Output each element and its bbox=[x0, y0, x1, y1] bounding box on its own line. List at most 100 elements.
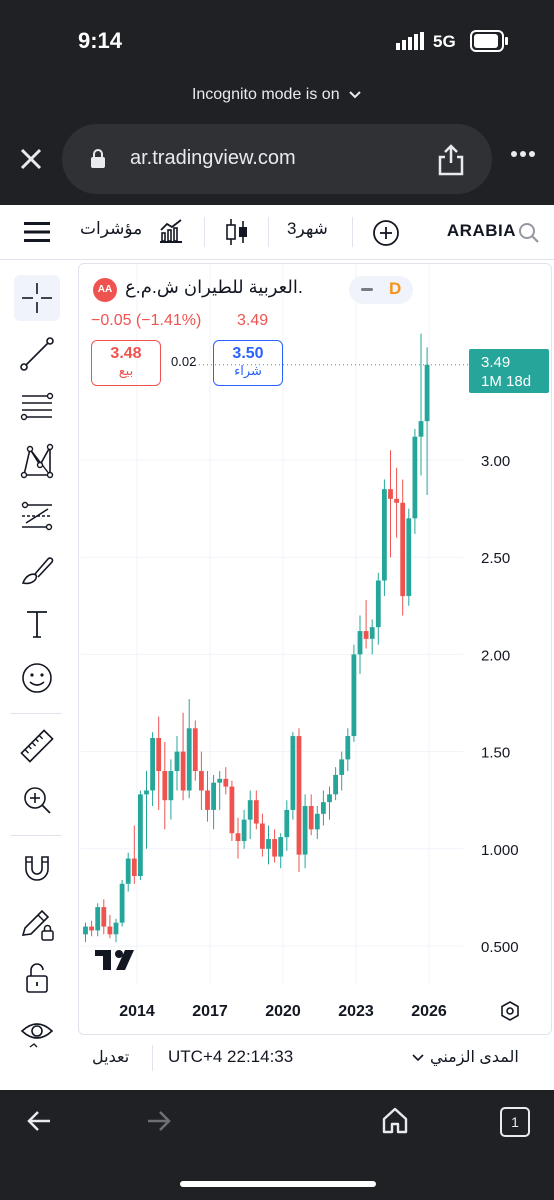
buy-price: 3.50 bbox=[232, 345, 264, 362]
fib-retracement-tool[interactable] bbox=[14, 385, 60, 431]
candle-body bbox=[95, 907, 101, 931]
symbol-search[interactable]: ARABIA bbox=[420, 215, 516, 251]
candle-body bbox=[156, 737, 162, 772]
last-price: 3.49 bbox=[237, 312, 269, 329]
pattern-tool[interactable] bbox=[14, 439, 60, 485]
candle bbox=[284, 800, 290, 851]
menu-icon[interactable] bbox=[24, 221, 50, 243]
brush-tool[interactable] bbox=[14, 547, 60, 593]
candle bbox=[253, 790, 259, 830]
magnet-tool[interactable] bbox=[14, 845, 60, 891]
candle bbox=[107, 914, 113, 939]
indicators-button[interactable]: مؤشرات bbox=[80, 219, 142, 239]
candles-chart-type-icon[interactable] bbox=[225, 217, 249, 247]
candle-body bbox=[205, 790, 210, 810]
candle-body bbox=[272, 839, 277, 857]
indicators-icon[interactable] bbox=[158, 218, 184, 244]
chart-settings-icon[interactable] bbox=[499, 1000, 521, 1022]
bar-countdown: 1M 18d bbox=[481, 373, 531, 390]
url-text[interactable]: ar.tradingview.com bbox=[130, 147, 296, 170]
candle bbox=[339, 751, 345, 791]
tab-switcher-button[interactable]: 1 bbox=[500, 1107, 530, 1137]
candle bbox=[199, 751, 204, 810]
y-axis-tick-label: 2.00 bbox=[481, 647, 510, 664]
eye-icon bbox=[20, 1023, 54, 1048]
candle bbox=[150, 732, 155, 807]
zoom-tool[interactable] bbox=[14, 777, 60, 823]
candle bbox=[174, 736, 180, 791]
toolbar-divider bbox=[152, 1045, 153, 1071]
date-range-button[interactable]: المدى الزمني bbox=[430, 1047, 519, 1067]
candle-body bbox=[278, 837, 284, 857]
candle-body bbox=[119, 883, 125, 923]
zoom-in-icon bbox=[24, 787, 51, 814]
emoji-tool[interactable] bbox=[14, 655, 60, 701]
battery-icon bbox=[470, 30, 508, 52]
candle bbox=[308, 794, 314, 836]
candle-body bbox=[144, 790, 149, 795]
text-tool[interactable] bbox=[14, 601, 60, 647]
candle-body bbox=[333, 774, 338, 795]
candle bbox=[144, 771, 149, 849]
candle-body bbox=[284, 809, 290, 838]
candle bbox=[400, 479, 406, 616]
candle bbox=[296, 728, 302, 873]
candle bbox=[290, 732, 296, 820]
candle bbox=[83, 922, 88, 943]
measure-tool[interactable] bbox=[14, 723, 60, 769]
share-icon[interactable] bbox=[436, 142, 466, 176]
candle-body bbox=[241, 819, 247, 842]
lock-drawing-tool[interactable] bbox=[14, 901, 60, 947]
forecasting-tool[interactable] bbox=[14, 493, 60, 539]
chevron-down-icon[interactable] bbox=[412, 1054, 424, 1062]
home-indicator[interactable] bbox=[180, 1181, 376, 1187]
candle-body bbox=[266, 839, 271, 849]
back-arrow-icon[interactable] bbox=[26, 1110, 52, 1132]
candle-body bbox=[308, 806, 314, 830]
compare-plus-icon[interactable] bbox=[372, 219, 400, 247]
instrument-name[interactable]: العربية للطيران ش.م.ع. bbox=[125, 277, 303, 298]
candle-body bbox=[247, 800, 253, 820]
symbol-text[interactable]: ARABIA bbox=[447, 221, 516, 241]
candle-body bbox=[235, 833, 241, 842]
edit-button[interactable]: تعديل bbox=[92, 1047, 129, 1067]
candle bbox=[119, 879, 125, 927]
candle bbox=[156, 716, 162, 810]
trend-line-tool[interactable] bbox=[14, 331, 60, 377]
candle-body bbox=[357, 631, 363, 655]
interval-button[interactable]: 3شهر bbox=[287, 219, 328, 239]
candle bbox=[260, 813, 265, 857]
candle bbox=[412, 428, 418, 534]
candle bbox=[186, 699, 192, 799]
candle-body bbox=[369, 627, 375, 639]
more-options-icon[interactable] bbox=[510, 150, 536, 158]
toolbar-divider bbox=[204, 217, 205, 247]
candle bbox=[180, 712, 186, 801]
incognito-indicator[interactable]: Incognito mode is on bbox=[0, 86, 554, 104]
y-axis-tick-label: 1.000 bbox=[481, 842, 519, 859]
sell-button[interactable]: 3.48 بيع bbox=[91, 340, 161, 386]
buy-button[interactable]: 3.50 شراء bbox=[213, 340, 283, 386]
address-bar[interactable]: ar.tradingview.com bbox=[62, 124, 492, 194]
legend-toggle[interactable]: D bbox=[349, 276, 413, 304]
crosshair-icon bbox=[22, 283, 52, 313]
search-icon[interactable] bbox=[518, 222, 540, 244]
toolbar-divider bbox=[268, 217, 269, 247]
lock-all-tool[interactable] bbox=[14, 955, 60, 1001]
home-icon[interactable] bbox=[381, 1106, 409, 1134]
candle bbox=[351, 644, 357, 742]
candle-body bbox=[186, 728, 192, 791]
close-tab-icon[interactable] bbox=[18, 146, 44, 172]
candle-body bbox=[168, 771, 174, 801]
y-axis-tick-label: 3.00 bbox=[481, 453, 510, 470]
forward-arrow-icon[interactable] bbox=[146, 1110, 172, 1132]
hide-drawings-tool[interactable] bbox=[14, 1009, 60, 1055]
candle-body bbox=[180, 751, 186, 791]
crosshair-tool[interactable] bbox=[14, 275, 60, 321]
timezone-clock[interactable]: UTC+4 22:14:33 bbox=[168, 1047, 293, 1067]
sell-price: 3.48 bbox=[110, 345, 142, 362]
chart-pane[interactable]: 3.00 2.50 2.00 1.50 1.000 0.500 2014 2017 2020 2… bbox=[78, 263, 552, 1035]
y-axis-tick-label: 0.500 bbox=[481, 939, 519, 956]
candle-body bbox=[192, 728, 198, 772]
candle bbox=[357, 615, 363, 674]
